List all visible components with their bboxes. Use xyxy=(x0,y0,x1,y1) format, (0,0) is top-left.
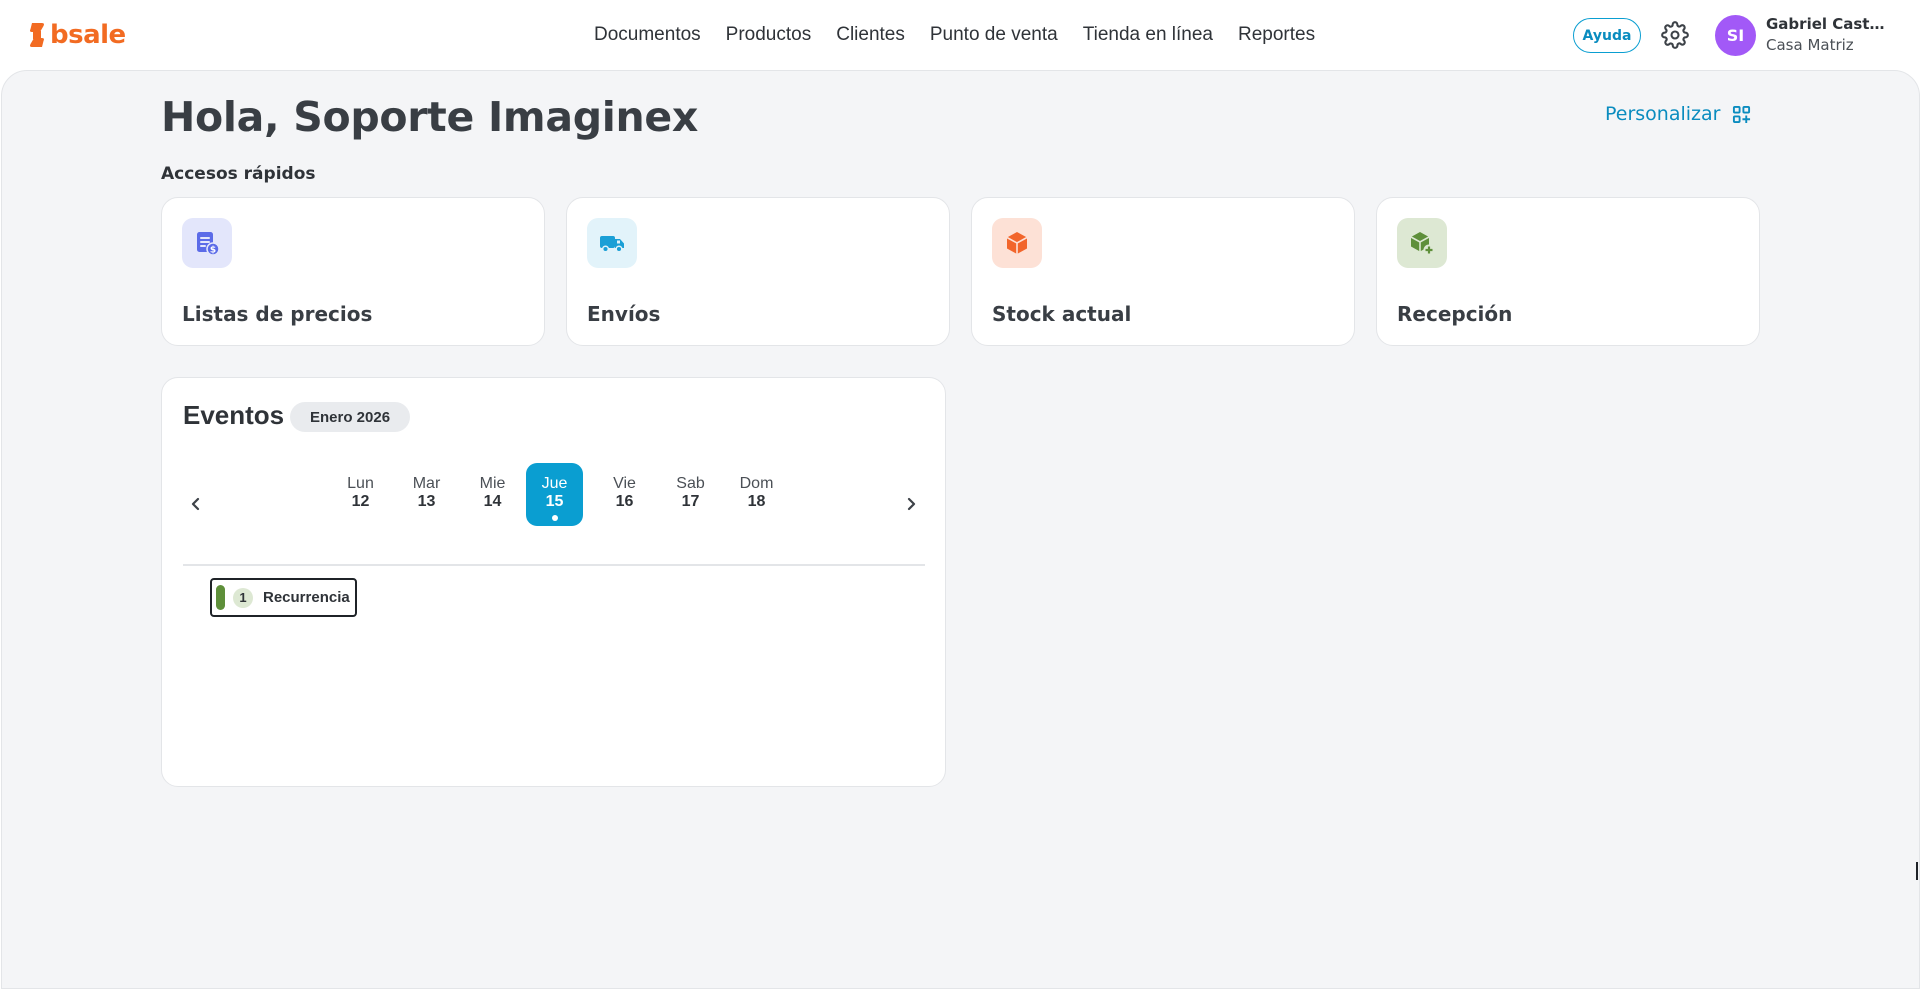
bsale-logo[interactable]: bsale xyxy=(28,20,126,50)
calendar-day[interactable]: Mar 13 xyxy=(398,463,455,526)
main-menu: Documentos Productos Clientes Punto de v… xyxy=(594,0,1340,70)
day-number: 15 xyxy=(545,493,564,510)
events-card: Eventos Enero 2026 Lun 12 Mar 13 Mie 14 … xyxy=(161,377,946,787)
nav-item-documentos[interactable]: Documentos xyxy=(594,24,701,46)
event-label: Recurrencia xyxy=(263,589,350,606)
calendar-day[interactable]: Mie 14 xyxy=(464,463,521,526)
user-name[interactable]: Gabriel Casta... xyxy=(1766,15,1888,33)
day-number: 14 xyxy=(483,493,502,510)
day-number: 13 xyxy=(417,493,436,510)
event-indicator-dot xyxy=(551,515,558,521)
day-name: Jue xyxy=(541,475,568,492)
personalize-button[interactable]: Personalizar xyxy=(1605,103,1751,125)
event-item[interactable]: 1 Recurrencia xyxy=(210,578,357,617)
day-name: Mar xyxy=(412,475,441,492)
day-name: Dom xyxy=(739,475,774,492)
day-number: 18 xyxy=(747,493,766,510)
page-title: Hola, Soporte Imaginex xyxy=(161,93,699,141)
day-name: Sab xyxy=(676,475,705,492)
calendar-day[interactable]: Dom 18 xyxy=(728,463,785,526)
gear-icon[interactable] xyxy=(1661,21,1689,49)
day-number: 17 xyxy=(681,493,700,510)
nav-item-clientes[interactable]: Clientes xyxy=(836,24,905,46)
top-navigation-bar: bsale Documentos Productos Clientes Punt… xyxy=(0,0,1920,70)
quick-access-label: Stock actual xyxy=(992,302,1132,326)
event-count-badge: 1 xyxy=(233,587,253,608)
user-avatar[interactable]: SI xyxy=(1715,15,1756,56)
quick-access-label: Envíos xyxy=(587,302,661,326)
grid-plus-icon xyxy=(1733,105,1751,123)
next-week-button[interactable] xyxy=(899,492,923,516)
svg-text:$: $ xyxy=(210,246,216,256)
quick-access-card-shipments[interactable]: Envíos xyxy=(566,197,950,346)
divider xyxy=(183,564,925,566)
calendar-day-selected[interactable]: Jue 15 xyxy=(526,463,583,526)
logo-text: bsale xyxy=(50,20,126,50)
day-number: 12 xyxy=(351,493,370,510)
box-add-icon xyxy=(1397,218,1447,268)
events-title: Eventos xyxy=(183,400,285,430)
month-selector[interactable]: Enero 2026 xyxy=(290,402,411,432)
box-icon xyxy=(992,218,1042,268)
nav-item-reportes[interactable]: Reportes xyxy=(1238,24,1315,46)
dashboard-panel: Hola, Soporte Imaginex Personalizar Acce… xyxy=(1,70,1920,989)
nav-item-punto-de-venta[interactable]: Punto de venta xyxy=(930,24,1058,46)
calendar-day[interactable]: Sab 17 xyxy=(662,463,719,526)
help-button[interactable]: Ayuda xyxy=(1573,18,1641,53)
event-color-bar xyxy=(216,585,225,610)
price-list-icon: $ xyxy=(182,218,232,268)
day-name: Lun xyxy=(347,475,374,492)
chevron-right-icon xyxy=(907,497,916,511)
calendar-day[interactable]: Vie 16 xyxy=(596,463,653,526)
quick-access-title: Accesos rápidos xyxy=(161,164,316,184)
previous-week-button[interactable] xyxy=(184,492,208,516)
quick-access-card-reception[interactable]: Recepción xyxy=(1376,197,1760,346)
nav-item-productos[interactable]: Productos xyxy=(726,24,812,46)
user-branch: Casa Matriz xyxy=(1766,36,1854,54)
calendar-day[interactable]: Lun 12 xyxy=(332,463,389,526)
quick-access-label: Listas de precios xyxy=(182,302,373,326)
day-name: Mie xyxy=(479,475,506,492)
day-name: Vie xyxy=(613,475,636,492)
quick-access-card-price-lists[interactable]: $ Listas de precios xyxy=(161,197,545,346)
truck-icon xyxy=(587,218,637,268)
day-number: 16 xyxy=(615,493,634,510)
personalize-label: Personalizar xyxy=(1605,103,1721,125)
quick-access-card-current-stock[interactable]: Stock actual xyxy=(971,197,1355,346)
bsale-logo-icon xyxy=(30,23,44,47)
text-cursor xyxy=(1916,862,1918,880)
chevron-left-icon xyxy=(191,497,200,511)
nav-item-tienda-en-linea[interactable]: Tienda en línea xyxy=(1083,24,1213,46)
quick-access-label: Recepción xyxy=(1397,302,1513,326)
